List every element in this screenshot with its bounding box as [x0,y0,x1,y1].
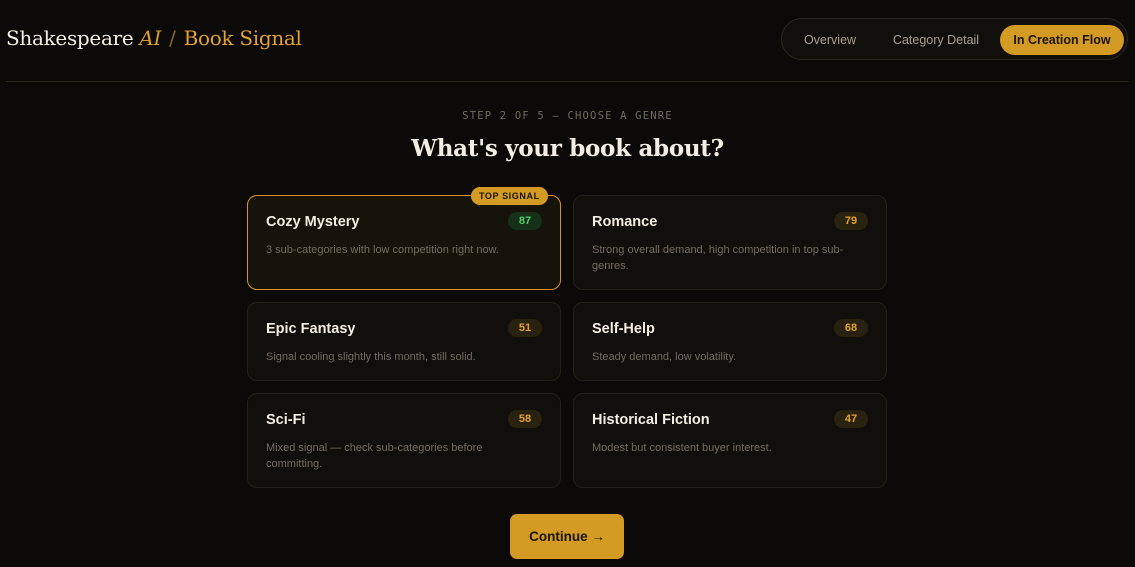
signal-score: 58 [508,410,542,428]
tab-in-creation-flow[interactable]: In Creation Flow [1000,25,1124,55]
product-name: Book Signal [183,26,302,50]
genre-card-sci-fi[interactable]: Sci-Fi 58 Mixed signal — check sub-categ… [247,393,561,488]
brand-ai: AI [139,26,162,50]
genre-description: Steady demand, low volatility. [592,351,737,363]
genre-card-self-help[interactable]: Self-Help 68 Steady demand, low volatili… [573,302,887,381]
brand-separator: / [169,26,176,50]
genre-description: Signal cooling slightly this month, stil… [266,351,476,363]
genre-description: Modest but consistent buyer interest. [592,442,772,454]
tab-category-detail[interactable]: Category Detail [880,25,992,55]
genre-name: Epic Fantasy [266,321,356,337]
genre-description: 3 sub-categories with low competition ri… [266,244,499,256]
signal-score: 68 [834,319,868,337]
genre-description: Strong overall demand, high competition … [592,244,844,272]
header-divider [6,81,1129,82]
page-title: What's your book about? [411,135,724,162]
top-bar: Shakespeare AI / Book Signal Overview Categ… [0,0,1135,82]
brand-name: Shakespeare [6,26,134,50]
genre-name: Cozy Mystery [266,214,360,230]
step-indicator: STEP 2 OF 5 — CHOOSE A GENRE [462,110,673,122]
genre-card-romance[interactable]: Romance 79 Strong overall demand, high c… [573,195,887,290]
brand-logo[interactable]: Shakespeare AI / Book Signal [6,26,302,50]
continue-button[interactable]: Continue → [510,514,624,559]
tab-overview[interactable]: Overview [790,25,870,55]
genre-card-cozy-mystery[interactable]: TOP SIGNAL Cozy Mystery 87 3 sub-categor… [247,187,561,290]
genre-card-epic-fantasy[interactable]: Epic Fantasy 51 Signal cooling slightly … [247,302,561,381]
view-switcher: Overview Category Detail In Creation Flo… [781,18,1128,60]
signal-score: 47 [834,410,868,428]
genre-card-historical-fiction[interactable]: Historical Fiction 47 Modest but consist… [573,393,887,488]
signal-score: 51 [508,319,542,337]
genre-name: Historical Fiction [592,412,710,428]
signal-score: 79 [834,212,868,230]
genre-description: Mixed signal — check sub-categories befo… [266,442,483,470]
top-signal-badge: TOP SIGNAL [471,187,548,205]
signal-score: 87 [508,212,542,230]
genre-name: Self-Help [592,321,655,337]
genre-name: Romance [592,214,658,230]
genre-name: Sci-Fi [266,412,306,428]
